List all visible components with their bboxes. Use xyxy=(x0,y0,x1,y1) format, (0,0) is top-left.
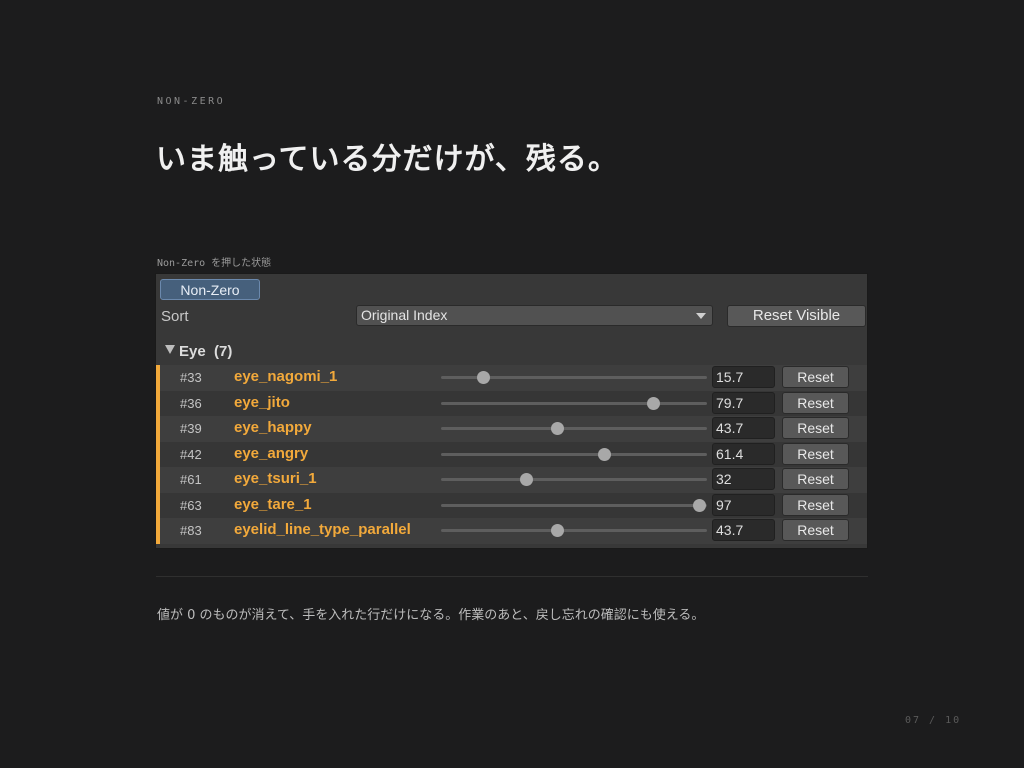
page-number: 07 / 10 xyxy=(905,715,962,726)
row-index: #83 xyxy=(180,523,202,538)
section-eyebrow: NON-ZERO xyxy=(157,96,226,107)
slider-thumb[interactable] xyxy=(598,447,612,461)
group-count: (7) xyxy=(214,343,233,360)
value-slider[interactable] xyxy=(441,447,707,461)
row-index: #61 xyxy=(180,472,202,487)
value-slider[interactable] xyxy=(441,524,707,537)
blendshape-name: eye_tsuri_1 xyxy=(234,470,317,487)
row-index: #42 xyxy=(180,446,202,462)
page-title: いま触っている分だけが、残る。 xyxy=(156,142,619,177)
blendshape-name: eyelid_line_type_parallel xyxy=(234,521,411,538)
blendshape-row: #33 eye_nagomi_1 15.7 Reset xyxy=(156,365,867,391)
sort-label: Sort xyxy=(161,308,189,325)
value-field[interactable]: 61.4 xyxy=(712,442,775,465)
value-field[interactable]: 43.7 xyxy=(712,519,775,541)
slider-thumb[interactable] xyxy=(551,524,565,537)
blendshape-panel: Non-Zero Sort Original Index Reset Visib… xyxy=(155,273,868,549)
slider-thumb[interactable] xyxy=(551,422,565,435)
blendshape-row: #42 eye_angry 61.4 Reset xyxy=(156,441,867,467)
reset-button[interactable]: Reset xyxy=(782,417,849,439)
value-field[interactable]: 32 xyxy=(712,468,775,490)
foldout-triangle-icon xyxy=(165,345,175,354)
value-slider[interactable] xyxy=(441,498,707,512)
blendshape-row: #61 eye_tsuri_1 32 Reset xyxy=(156,467,867,493)
blendshape-name: eye_tare_1 xyxy=(234,495,312,513)
divider xyxy=(156,576,868,577)
row-index: #39 xyxy=(180,421,202,436)
reset-button[interactable]: Reset xyxy=(782,366,849,388)
screenshot-caption: Non-Zero を押した状態 xyxy=(157,258,272,269)
group-header-eye[interactable]: Eye (7) xyxy=(165,343,232,360)
chevron-down-icon xyxy=(696,313,706,319)
slider-thumb[interactable] xyxy=(647,396,660,410)
reset-button[interactable]: Reset xyxy=(782,442,849,465)
blendshape-row: #39 eye_happy 43.7 Reset xyxy=(156,416,867,442)
value-slider[interactable] xyxy=(441,396,707,410)
value-slider[interactable] xyxy=(441,422,707,435)
slider-thumb[interactable] xyxy=(693,498,707,512)
blendshape-name: eye_jito xyxy=(234,393,290,411)
slider-thumb[interactable] xyxy=(520,473,534,486)
reset-visible-button[interactable]: Reset Visible xyxy=(727,305,866,327)
sort-dropdown[interactable]: Original Index xyxy=(356,305,713,326)
blendshape-row: #63 eye_tare_1 97 Reset xyxy=(156,492,867,518)
blendshape-rows: #33 eye_nagomi_1 15.7 Reset #36 eye_jito 79.7 R… xyxy=(156,365,867,544)
reset-button[interactable]: Reset xyxy=(782,519,849,541)
row-index: #36 xyxy=(180,395,202,411)
reset-button[interactable]: Reset xyxy=(782,468,849,490)
blendshape-name: eye_nagomi_1 xyxy=(234,368,338,385)
row-index: #63 xyxy=(180,497,202,513)
value-slider[interactable] xyxy=(441,473,707,486)
value-field[interactable]: 43.7 xyxy=(712,417,775,439)
footnote: 値が 0 のものが消えて、手を入れた行だけになる。作業のあと、戻し忘れの確認にも… xyxy=(157,608,705,623)
value-field[interactable]: 15.7 xyxy=(712,366,775,388)
blendshape-name: eye_happy xyxy=(234,419,312,436)
group-label: Eye xyxy=(179,343,206,360)
non-zero-toggle-button[interactable]: Non-Zero xyxy=(160,279,260,300)
blendshape-row: #36 eye_jito 79.7 Reset xyxy=(156,390,867,416)
value-field[interactable]: 79.7 xyxy=(712,391,775,414)
blendshape-row: #83 eyelid_line_type_parallel 43.7 Reset xyxy=(156,518,867,544)
slider-thumb[interactable] xyxy=(476,371,490,384)
row-index: #33 xyxy=(180,370,202,385)
value-field[interactable]: 97 xyxy=(712,493,775,516)
reset-button[interactable]: Reset xyxy=(782,391,849,414)
reset-button[interactable]: Reset xyxy=(782,493,849,516)
value-slider[interactable] xyxy=(441,371,707,384)
sort-dropdown-value: Original Index xyxy=(361,307,448,323)
blendshape-name: eye_angry xyxy=(234,444,309,462)
